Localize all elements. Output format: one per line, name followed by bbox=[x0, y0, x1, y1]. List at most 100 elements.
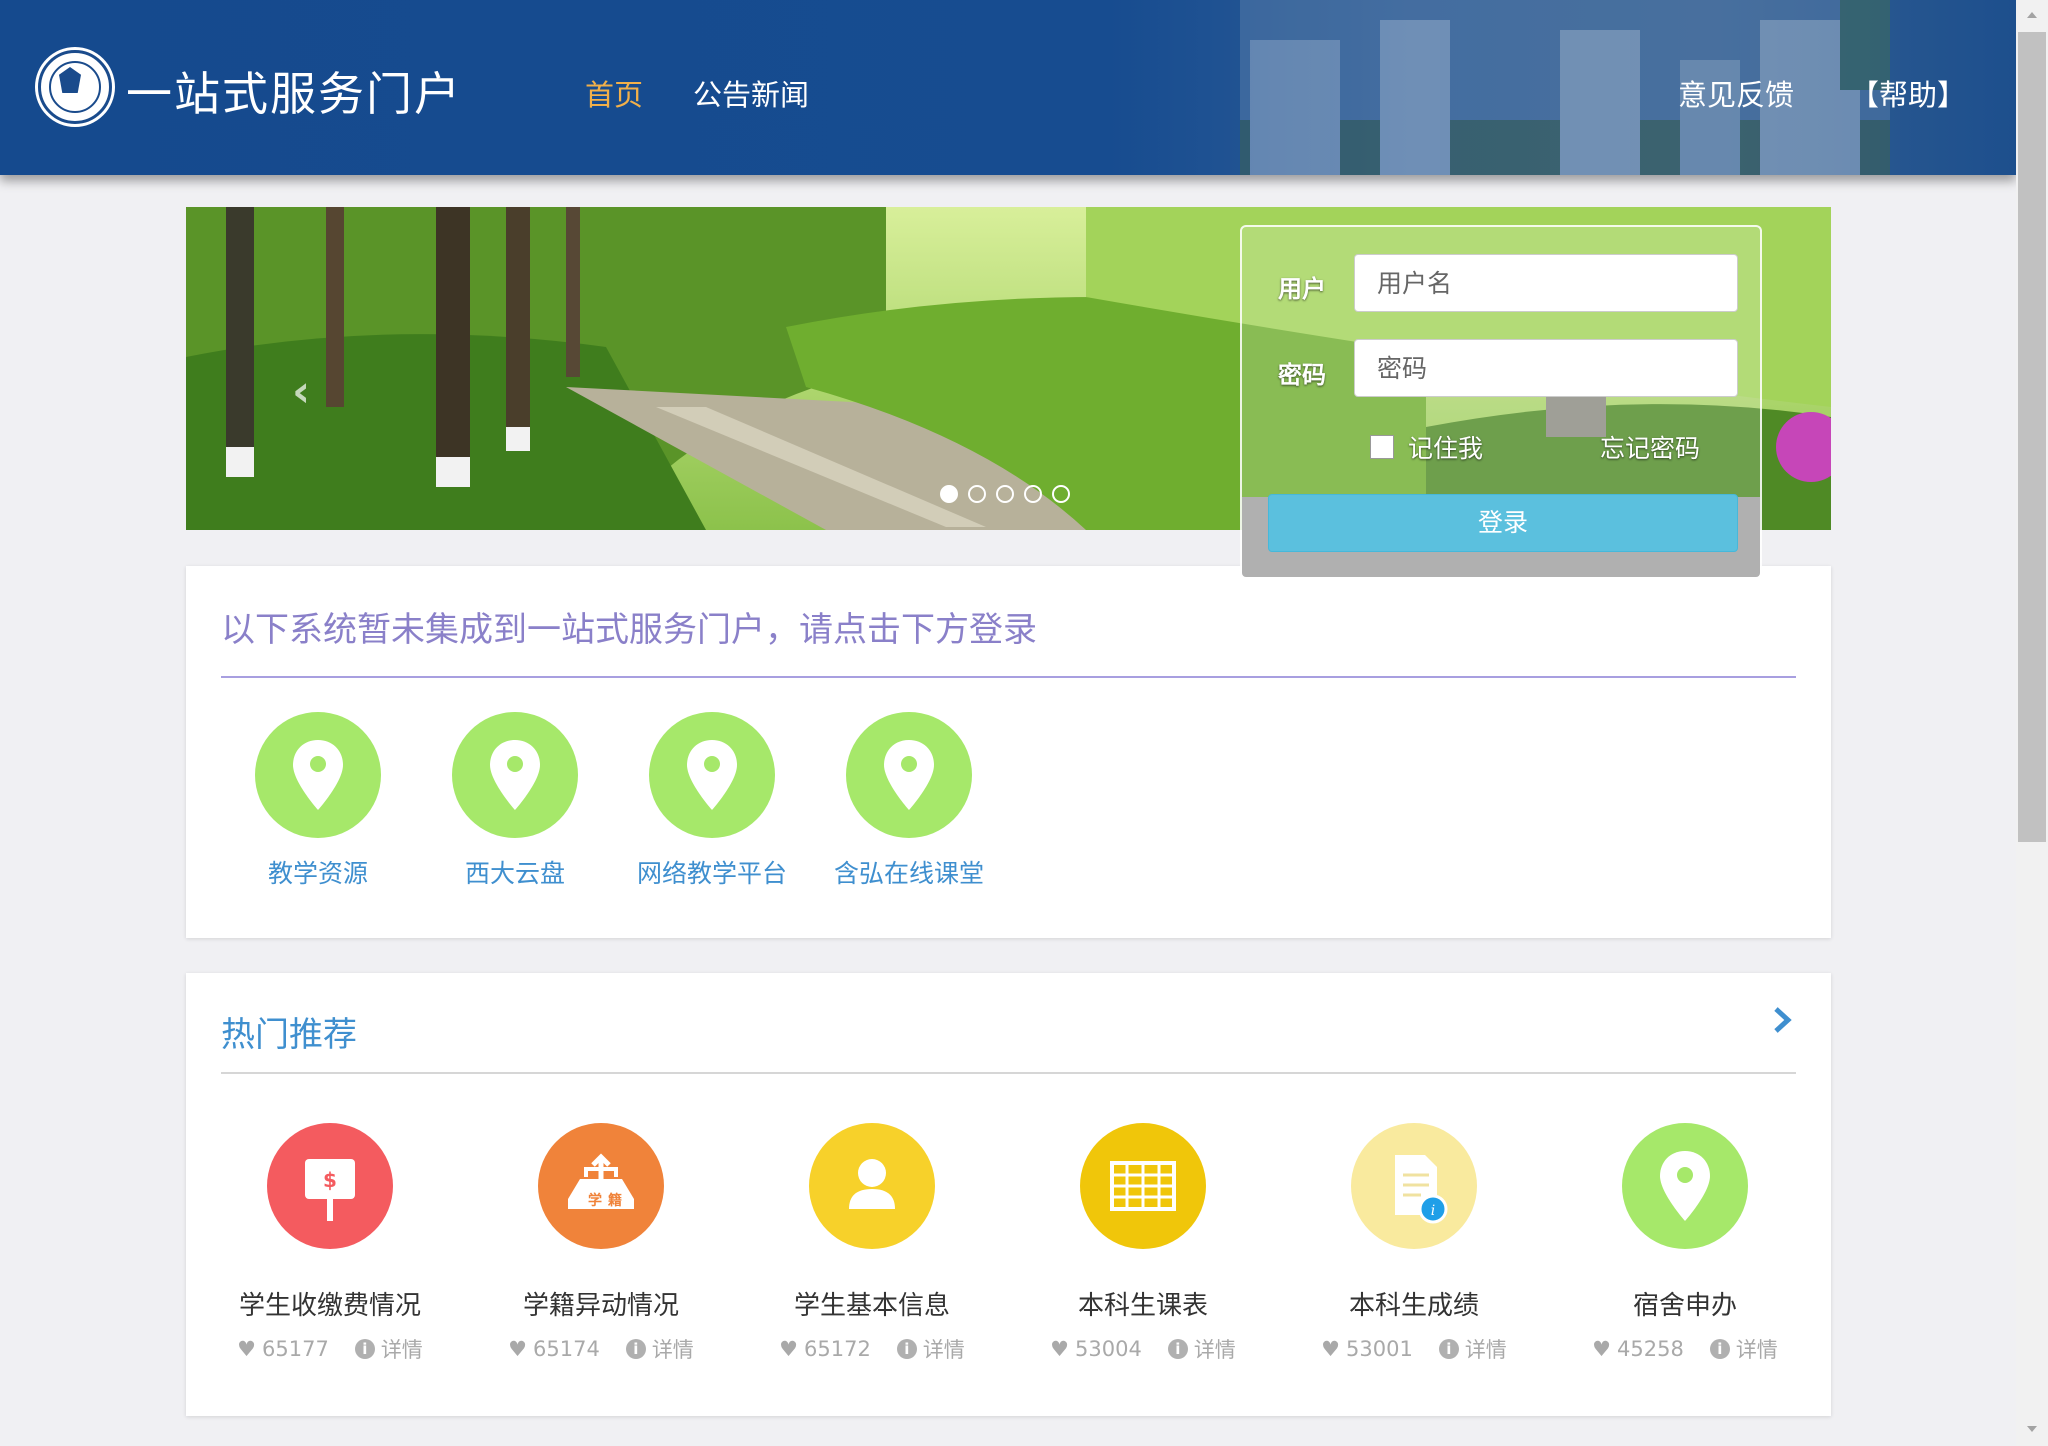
username-label: 用户 bbox=[1278, 275, 1326, 303]
likes-count: ♥ 65172 bbox=[779, 1337, 871, 1361]
checkbox-box[interactable] bbox=[1370, 435, 1394, 459]
hot-item-dorm-application[interactable]: 宿舍申办 ♥ 45258 i 详情 bbox=[1565, 1123, 1805, 1364]
hot-item-label: 学生基本信息 bbox=[793, 1291, 950, 1321]
heart-icon: ♥ bbox=[1592, 1337, 1611, 1361]
hot-recommendations-panel: 热门推荐 $ 学生收缴费情况 ♥ 65177 i 详情 学籍 学籍异动情况 ♥ 651… bbox=[186, 973, 1831, 1416]
hot-item-label: 本科生成绩 bbox=[1348, 1291, 1479, 1321]
login-button[interactable]: 登录 bbox=[1268, 494, 1738, 552]
svg-text:籍: 籍 bbox=[608, 1192, 622, 1209]
system-label: 西大云盘 bbox=[464, 859, 565, 888]
carousel-dot-1[interactable] bbox=[940, 485, 958, 503]
likes-count: ♥ 45258 bbox=[1592, 1337, 1684, 1361]
info-icon: i bbox=[896, 1339, 917, 1359]
nav-home[interactable]: 首页 bbox=[585, 72, 643, 114]
external-systems-panel: 以下系统暂未集成到一站式服务门户，请点击下方登录 教学资源 西大云盘 网络教学平… bbox=[186, 566, 1831, 938]
carousel-dot-3[interactable] bbox=[996, 485, 1014, 503]
map-pin-icon bbox=[1622, 1123, 1748, 1249]
info-icon: i bbox=[354, 1339, 375, 1359]
hot-item-timetable[interactable]: 本科生课表 ♥ 53004 i 详情 bbox=[1023, 1123, 1263, 1364]
feedback-link[interactable]: 意见反馈 bbox=[1678, 72, 1794, 114]
detail-link[interactable]: i 详情 bbox=[625, 1334, 694, 1364]
hot-item-tuition-payment[interactable]: $ 学生收缴费情况 ♥ 65177 i 详情 bbox=[210, 1123, 450, 1364]
system-label: 含弘在线课堂 bbox=[833, 859, 984, 888]
remember-me-checkbox[interactable]: 记住我 bbox=[1370, 429, 1483, 465]
likes-count: ♥ 53001 bbox=[1321, 1337, 1413, 1361]
system-item-online-teaching-platform[interactable]: 网络教学平台 bbox=[632, 712, 792, 890]
grade-document-icon: i bbox=[1351, 1123, 1477, 1249]
help-link[interactable]: 【帮助】 bbox=[1850, 72, 1966, 114]
detail-link[interactable]: i 详情 bbox=[1709, 1334, 1778, 1364]
user-icon bbox=[809, 1123, 935, 1249]
system-item-teaching-resources[interactable]: 教学资源 bbox=[238, 712, 398, 890]
detail-link[interactable]: i 详情 bbox=[354, 1334, 423, 1364]
login-form: 用户 密码 记住我 忘记密码 登录 bbox=[1240, 225, 1762, 579]
likes-count: ♥ 53004 bbox=[1050, 1337, 1142, 1361]
portal-title: 一站式服务门户 bbox=[126, 67, 462, 121]
university-logo[interactable] bbox=[38, 50, 112, 124]
hot-item-label: 学籍异动情况 bbox=[522, 1291, 679, 1321]
heart-icon: ♥ bbox=[508, 1337, 527, 1361]
main-nav: 首页 公告新闻 bbox=[585, 72, 809, 114]
scroll-down-arrow[interactable] bbox=[2016, 1414, 2048, 1446]
timetable-icon bbox=[1080, 1123, 1206, 1249]
page-scrollbar[interactable] bbox=[2016, 0, 2048, 1446]
system-item-online-classroom[interactable]: 含弘在线课堂 bbox=[829, 712, 989, 890]
hot-item-meta: ♥ 65177 i 详情 bbox=[210, 1334, 450, 1364]
detail-link[interactable]: i 详情 bbox=[1167, 1334, 1236, 1364]
system-label: 网络教学平台 bbox=[636, 859, 787, 888]
hot-item-basic-info[interactable]: 学生基本信息 ♥ 65172 i 详情 bbox=[752, 1123, 992, 1364]
hot-item-label: 宿舍申办 bbox=[1632, 1291, 1737, 1321]
heart-icon: ♥ bbox=[779, 1337, 798, 1361]
forgot-password-link[interactable]: 忘记密码 bbox=[1600, 429, 1700, 465]
info-icon: i bbox=[1709, 1339, 1730, 1359]
carousel-prev-arrow[interactable]: ‹ bbox=[292, 366, 310, 417]
hot-item-meta: ♥ 45258 i 详情 bbox=[1565, 1334, 1805, 1364]
carousel-indicators bbox=[940, 485, 1070, 503]
detail-link[interactable]: i 详情 bbox=[1438, 1334, 1507, 1364]
nav-news[interactable]: 公告新闻 bbox=[693, 72, 809, 114]
detail-link[interactable]: i 详情 bbox=[896, 1334, 965, 1364]
map-pin-icon bbox=[452, 712, 578, 838]
title-divider bbox=[221, 676, 1796, 678]
hot-item-meta: ♥ 53001 i 详情 bbox=[1294, 1334, 1534, 1364]
map-pin-icon bbox=[255, 712, 381, 838]
hot-item-grades[interactable]: i 本科生成绩 ♥ 53001 i 详情 bbox=[1294, 1123, 1534, 1364]
hot-recommendations-title: 热门推荐 bbox=[221, 1015, 357, 1055]
hot-item-meta: ♥ 65172 i 详情 bbox=[752, 1334, 992, 1364]
info-icon: i bbox=[625, 1339, 646, 1359]
map-pin-icon bbox=[846, 712, 972, 838]
hot-item-meta: ♥ 65174 i 详情 bbox=[481, 1334, 721, 1364]
carousel-dot-2[interactable] bbox=[968, 485, 986, 503]
scroll-thumb[interactable] bbox=[2018, 32, 2046, 842]
password-label: 密码 bbox=[1278, 361, 1326, 389]
username-input[interactable] bbox=[1354, 254, 1738, 312]
map-pin-icon bbox=[649, 712, 775, 838]
carousel-dot-5[interactable] bbox=[1052, 485, 1070, 503]
info-icon: i bbox=[1167, 1339, 1188, 1359]
svg-text:$: $ bbox=[323, 1168, 337, 1192]
hot-item-status-change[interactable]: 学籍 学籍异动情况 ♥ 65174 i 详情 bbox=[481, 1123, 721, 1364]
remember-me-label: 记住我 bbox=[1408, 434, 1484, 463]
likes-count: ♥ 65174 bbox=[508, 1337, 600, 1361]
title-divider bbox=[221, 1072, 1796, 1074]
system-item-cloud-disk[interactable]: 西大云盘 bbox=[435, 712, 595, 890]
header-links: 意见反馈 【帮助】 bbox=[1678, 72, 1966, 114]
info-icon: i bbox=[1438, 1339, 1459, 1359]
top-header: 一站式服务门户 首页 公告新闻 意见反馈 【帮助】 bbox=[0, 0, 2016, 175]
carousel-dot-4[interactable] bbox=[1024, 485, 1042, 503]
system-label: 教学资源 bbox=[267, 859, 368, 888]
student-status-icon: 学籍 bbox=[538, 1123, 664, 1249]
hot-item-meta: ♥ 53004 i 详情 bbox=[1023, 1334, 1263, 1364]
heart-icon: ♥ bbox=[1321, 1337, 1340, 1361]
heart-icon: ♥ bbox=[237, 1337, 256, 1361]
chevron-right-icon[interactable] bbox=[1771, 1003, 1795, 1037]
external-systems-title: 以下系统暂未集成到一站式服务门户，请点击下方登录 bbox=[221, 610, 1037, 650]
likes-count: ♥ 65177 bbox=[237, 1337, 329, 1361]
scroll-up-arrow[interactable] bbox=[2016, 0, 2048, 32]
svg-text:i: i bbox=[1431, 1203, 1435, 1219]
hot-item-label: 学生收缴费情况 bbox=[238, 1291, 421, 1321]
svg-text:学: 学 bbox=[588, 1192, 602, 1209]
hot-item-label: 本科生课表 bbox=[1077, 1291, 1208, 1321]
heart-icon: ♥ bbox=[1050, 1337, 1069, 1361]
password-input[interactable] bbox=[1354, 339, 1738, 397]
